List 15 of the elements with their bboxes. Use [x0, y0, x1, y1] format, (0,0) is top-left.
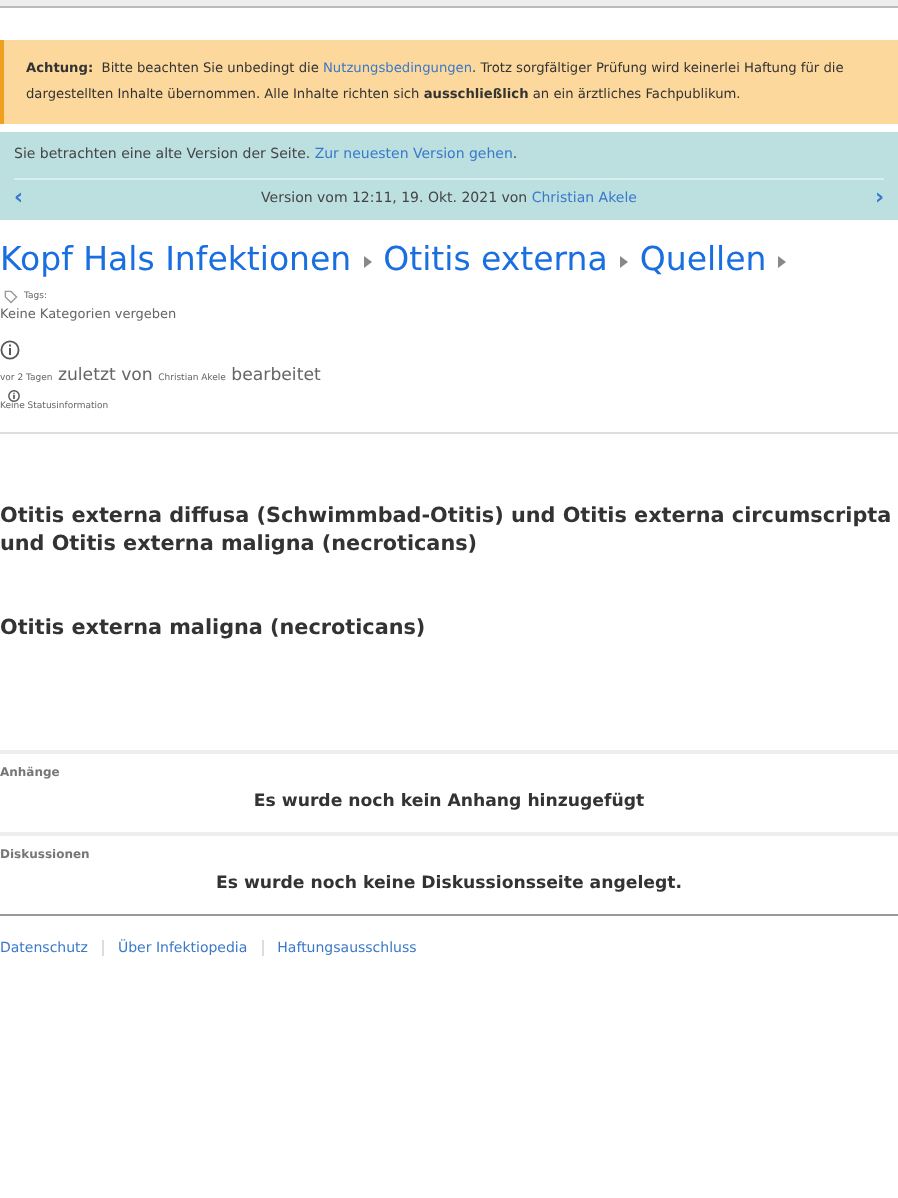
- caret-icon: [363, 255, 372, 267]
- caret-icon: [619, 255, 628, 267]
- section-heading: Otitis externa maligna (necroticans): [0, 614, 428, 642]
- empty-message: Es wurde noch kein Anhang hinzugefügt: [251, 792, 647, 812]
- next-version-link[interactable]: ›: [874, 188, 884, 208]
- breadcrumb-link[interactable]: Otitis externa: [383, 240, 608, 278]
- tag-icon: [4, 290, 18, 304]
- info-icon: [8, 390, 20, 402]
- breadcrumb-link[interactable]: Quellen: [639, 240, 767, 278]
- caret-icon: [778, 255, 787, 267]
- section-heading: Otitis externa diffusa (Schwimmbad-Otitis) und Otitis externa circumscripta und Otitis externa maligna (necroticans): [0, 502, 894, 558]
- breadcrumb-link[interactable]: Kopf Hals Infektionen: [0, 240, 352, 278]
- info-icon: [0, 340, 20, 360]
- previous-version-link[interactable]: ‹: [14, 188, 24, 208]
- empty-message: Es wurde noch keine Diskussionsseite angelegt.: [213, 874, 685, 894]
